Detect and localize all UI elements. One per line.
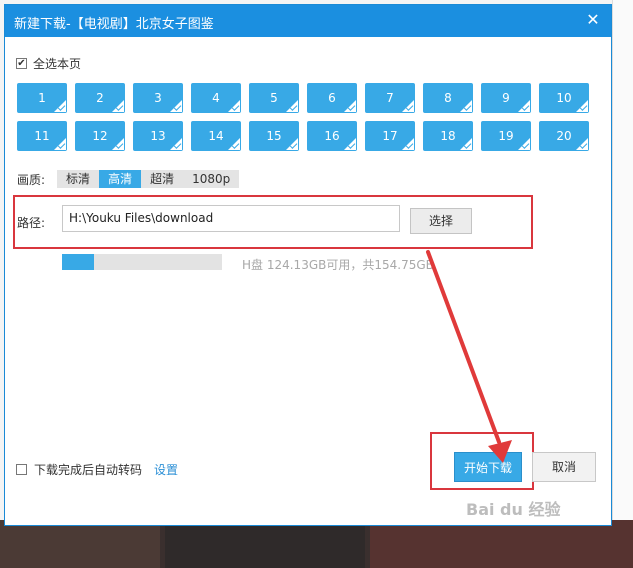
checkbox-checked-icon[interactable]: ✔ (16, 57, 27, 69)
quality-option-sd[interactable]: 标清 (57, 170, 100, 188)
episode-number: 6 (328, 91, 336, 105)
episode-number: 14 (208, 129, 224, 143)
quality-option-shd[interactable]: 超清 (141, 170, 184, 188)
selected-check-icon (402, 138, 414, 150)
quality-label: 画质: (17, 172, 46, 187)
episode-8-button[interactable]: 8 (423, 83, 473, 113)
episode-13-button[interactable]: 13 (133, 121, 183, 151)
episode-number: 4 (212, 91, 220, 105)
episode-number: 10 (556, 91, 572, 105)
episode-number: 20 (556, 129, 572, 143)
episode-6-button[interactable]: 6 (307, 83, 357, 113)
episode-11-button[interactable]: 11 (17, 121, 67, 151)
episode-number: 19 (498, 129, 514, 143)
episode-number: 5 (270, 91, 278, 105)
episode-9-button[interactable]: 9 (481, 83, 531, 113)
episode-15-button[interactable]: 15 (249, 121, 299, 151)
selected-check-icon (170, 138, 182, 150)
thumbnail (0, 520, 160, 568)
quality-selector: 画质: 标清 高清 超清 1080p (17, 170, 240, 188)
episode-18-button[interactable]: 18 (423, 121, 473, 151)
selected-check-icon (576, 100, 588, 112)
background-app-panel (612, 0, 633, 568)
thumbnail (165, 520, 365, 568)
quality-option-1080p[interactable]: 1080p (183, 170, 240, 188)
close-icon[interactable]: ✕ (584, 11, 602, 29)
episode-4-button[interactable]: 4 (191, 83, 241, 113)
episode-1-button[interactable]: 1 (17, 83, 67, 113)
disk-usage-bar (62, 254, 222, 270)
episode-number: 12 (92, 129, 108, 143)
selected-check-icon (460, 138, 472, 150)
selected-check-icon (228, 100, 240, 112)
start-download-button[interactable]: 开始下载 (454, 452, 522, 482)
selected-check-icon (112, 100, 124, 112)
thumbnail (370, 520, 633, 568)
episode-number: 17 (382, 129, 398, 143)
selected-check-icon (518, 100, 530, 112)
episode-number: 3 (154, 91, 162, 105)
disk-space-info: H盘 124.13GB可用，共154.75GB (242, 258, 434, 272)
auto-transcode-checkbox[interactable] (16, 464, 27, 475)
episode-number: 2 (96, 91, 104, 105)
selected-check-icon (286, 100, 298, 112)
episode-number: 9 (502, 91, 510, 105)
episode-number: 7 (386, 91, 394, 105)
settings-link[interactable]: 设置 (154, 461, 178, 478)
background-thumbnail-strip (0, 520, 633, 568)
episode-3-button[interactable]: 3 (133, 83, 183, 113)
quality-option-hd[interactable]: 高清 (99, 170, 142, 188)
episode-number: 1 (38, 91, 46, 105)
selected-check-icon (112, 138, 124, 150)
path-label: 路径: (17, 216, 46, 230)
episode-14-button[interactable]: 14 (191, 121, 241, 151)
selected-check-icon (344, 100, 356, 112)
auto-transcode-label: 下载完成后自动转码 (34, 463, 143, 477)
episode-number: 11 (34, 129, 50, 143)
episode-number: 15 (266, 129, 282, 143)
baidu-watermark: Bai du 经验 (466, 500, 561, 519)
episode-number: 16 (324, 129, 340, 143)
episode-2-button[interactable]: 2 (75, 83, 125, 113)
episode-number: 8 (444, 91, 452, 105)
episode-number: 18 (440, 129, 456, 143)
selected-check-icon (54, 138, 66, 150)
dialog-title: 新建下载-【电视剧】北京女子图鉴 (14, 17, 214, 32)
episode-19-button[interactable]: 19 (481, 121, 531, 151)
auto-transcode-option[interactable]: 下载完成后自动转码 设置 (16, 461, 178, 478)
dialog-titlebar: 新建下载-【电视剧】北京女子图鉴 ✕ (5, 5, 611, 37)
episode-10-button[interactable]: 10 (539, 83, 589, 113)
selected-check-icon (576, 138, 588, 150)
select-all-label: 全选本页 (33, 56, 82, 71)
selected-check-icon (344, 138, 356, 150)
episode-grid: 1 2 3 4 5 6 7 8 9 10 11 12 13 14 15 16 17 18 19 20 (17, 83, 593, 151)
episode-20-button[interactable]: 20 (539, 121, 589, 151)
disk-usage-fill (62, 254, 94, 270)
episode-17-button[interactable]: 17 (365, 121, 415, 151)
selected-check-icon (228, 138, 240, 150)
cancel-button[interactable]: 取消 (532, 452, 596, 482)
choose-path-button[interactable]: 选择 (410, 208, 472, 234)
selected-check-icon (518, 138, 530, 150)
selected-check-icon (170, 100, 182, 112)
episode-5-button[interactable]: 5 (249, 83, 299, 113)
selected-check-icon (460, 100, 472, 112)
selected-check-icon (286, 138, 298, 150)
episode-7-button[interactable]: 7 (365, 83, 415, 113)
selected-check-icon (402, 100, 414, 112)
episode-12-button[interactable]: 12 (75, 121, 125, 151)
episode-number: 13 (150, 129, 166, 143)
selected-check-icon (54, 100, 66, 112)
episode-16-button[interactable]: 16 (307, 121, 357, 151)
select-all-checkbox[interactable]: ✔ 全选本页 (16, 55, 81, 71)
path-input[interactable]: H:\Youku Files\download (62, 205, 400, 232)
